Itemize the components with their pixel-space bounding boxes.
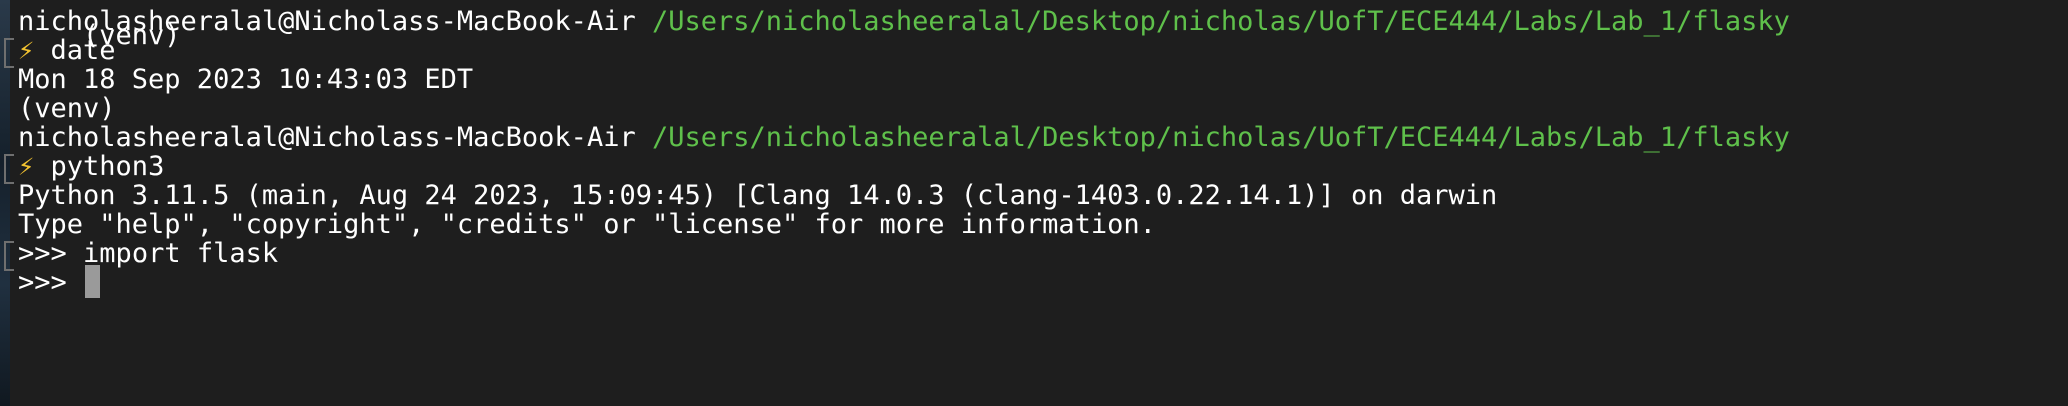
- command-mark-bracket: [4, 38, 14, 68]
- repl-active-line[interactable]: >>>: [18, 264, 101, 302]
- repl-command-text: import flask: [83, 238, 279, 269]
- terminal-prompt-line: nicholasheeralal@Nicholass-MacBook-Air /…: [18, 119, 1790, 157]
- text-cursor[interactable]: [85, 265, 101, 298]
- command-mark-bracket: [4, 154, 14, 184]
- prompt-path: /Users/nicholasheeralal/Desktop/nicholas…: [651, 122, 1790, 153]
- prompt-path: /Users/nicholasheeralal/Desktop/nicholas…: [651, 6, 1790, 37]
- command-mark-bracket: [4, 241, 14, 271]
- terminal-prompt-line: nicholasheeralal@Nicholass-MacBook-Air /…: [18, 3, 1790, 41]
- terminal-window[interactable]: (venv) nicholasheeralal@Nicholass-MacBoo…: [0, 0, 2068, 406]
- repl-prompt: >>>: [18, 267, 67, 298]
